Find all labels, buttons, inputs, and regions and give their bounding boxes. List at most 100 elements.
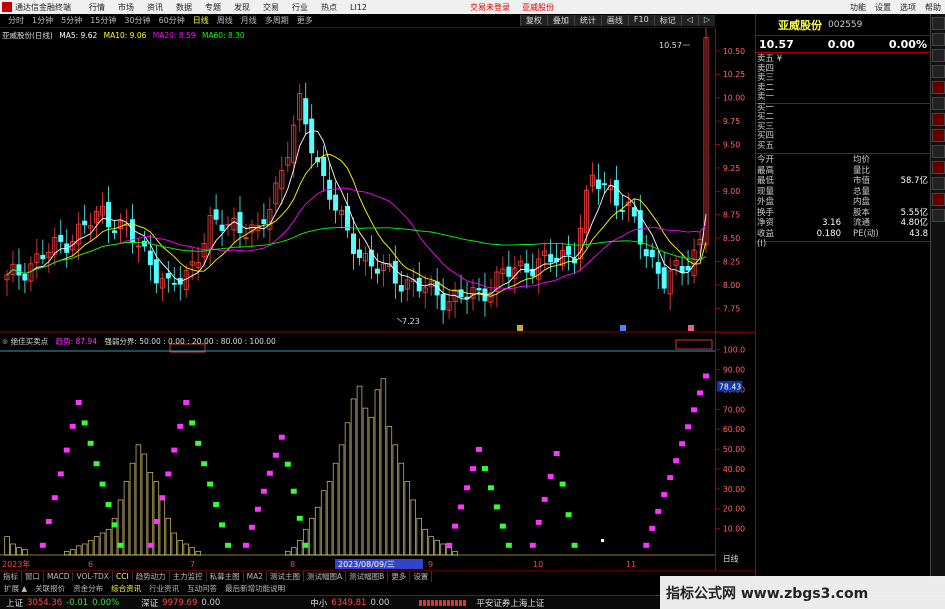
period-60min[interactable]: 60分钟 bbox=[159, 15, 185, 26]
indicator-tab[interactable]: MA2 bbox=[244, 572, 268, 581]
indicator-tab[interactable]: 主力监控 bbox=[170, 571, 207, 582]
next-icon[interactable]: ▷ bbox=[697, 15, 715, 26]
indicator-tab[interactable]: VOL-TDX bbox=[73, 572, 113, 581]
period-monthly[interactable]: 月线 bbox=[241, 15, 257, 26]
info-tab[interactable]: 资金分布 bbox=[69, 583, 107, 594]
side-button-1[interactable] bbox=[932, 17, 945, 30]
side-button-11[interactable] bbox=[932, 177, 945, 190]
menu-item-topics[interactable]: 专题 bbox=[205, 2, 221, 13]
mark-button[interactable]: 标记 bbox=[653, 15, 681, 26]
period-15min[interactable]: 15分钟 bbox=[90, 15, 116, 26]
menu-item-market[interactable]: 行情 bbox=[89, 2, 105, 13]
overlay-button[interactable]: 叠加 bbox=[546, 15, 574, 26]
candle-body bbox=[374, 268, 380, 274]
trend-step bbox=[51, 495, 58, 501]
menu-help[interactable]: 帮助 bbox=[925, 2, 941, 13]
indicator-tab[interactable]: 测试幅图A bbox=[304, 571, 347, 582]
trend-step bbox=[266, 470, 273, 476]
period-30min[interactable]: 30分钟 bbox=[124, 15, 150, 26]
indicator-tab[interactable]: MACD bbox=[44, 572, 74, 581]
candle-body bbox=[548, 254, 554, 263]
indicator-tab[interactable]: 测试主图 bbox=[267, 571, 305, 582]
f10-button[interactable]: F10 bbox=[627, 15, 654, 26]
stock-alert[interactable]: 亚威股份 bbox=[522, 2, 554, 13]
menu-options[interactable]: 选项 bbox=[900, 2, 916, 13]
candle-body bbox=[82, 220, 88, 226]
order-book-level: 卖三 bbox=[757, 73, 775, 83]
indicator-tick: 100.0 bbox=[723, 346, 745, 355]
period-more[interactable]: 更多 bbox=[297, 15, 313, 26]
trade-login-alert[interactable]: 交易未登录 bbox=[470, 2, 510, 13]
indicator-close-icon[interactable]: ⊗ bbox=[2, 337, 8, 346]
zx-value: 6349.81 bbox=[331, 597, 367, 608]
stats-button[interactable]: 统计 bbox=[573, 15, 601, 26]
info-tab[interactable]: 最后新增功能说明 bbox=[221, 583, 289, 594]
indicator-tab[interactable]: 窗口 bbox=[22, 571, 44, 582]
trend-step bbox=[302, 542, 309, 548]
indicator-tab[interactable]: 设置 bbox=[410, 571, 433, 582]
candle-body bbox=[58, 234, 64, 242]
period-weekly[interactable]: 周线 bbox=[217, 15, 233, 26]
trend-step bbox=[105, 502, 112, 507]
menu-item-news[interactable]: 资讯 bbox=[147, 2, 163, 13]
side-button-4[interactable] bbox=[932, 65, 945, 78]
side-button-8[interactable] bbox=[932, 129, 945, 142]
info-tab[interactable]: 互动问答 bbox=[183, 583, 221, 594]
menu-function[interactable]: 功能 bbox=[850, 2, 866, 13]
info-tab[interactable]: 扩展 ▲ bbox=[0, 583, 31, 594]
info-tab[interactable]: 综合资讯 bbox=[107, 583, 145, 594]
menu-item-trade[interactable]: 交易 bbox=[263, 2, 279, 13]
stat-l: 外盘 bbox=[757, 197, 775, 207]
side-button-7[interactable] bbox=[932, 113, 945, 126]
trend-step bbox=[99, 481, 106, 487]
candlestick-chart[interactable]: 10.57 7.23 bbox=[0, 28, 715, 333]
stat-v bbox=[781, 166, 841, 177]
trend-step bbox=[553, 451, 560, 456]
indicator-chart[interactable]: 2023/08/09/三 2023年 6 7 8 9 10 11 bbox=[0, 333, 715, 570]
indicator-tab[interactable]: 趋势动力 bbox=[133, 571, 170, 582]
info-tab[interactable]: 关联报价 bbox=[31, 583, 69, 594]
restore-rights-button[interactable]: 复权 bbox=[519, 15, 547, 26]
indicator-tab[interactable]: 私募主图 bbox=[207, 571, 244, 582]
candle-body bbox=[213, 209, 219, 220]
menu-item-industry[interactable]: 行业 bbox=[292, 2, 308, 13]
sh-value: 3054.36 bbox=[27, 597, 63, 608]
stat-l2: PE(动) bbox=[853, 228, 879, 239]
side-button-10[interactable] bbox=[932, 161, 945, 174]
menu-item-discover[interactable]: 发现 bbox=[234, 2, 250, 13]
watermark: 指标公式网 www.zbgs3.com bbox=[660, 576, 945, 609]
trend-step bbox=[219, 522, 226, 528]
menu-item-li12[interactable]: LI12 bbox=[350, 3, 367, 12]
menu-item-data[interactable]: 数据 bbox=[176, 2, 192, 13]
indicator-tab[interactable]: 更多 bbox=[388, 571, 411, 582]
side-button-3[interactable] bbox=[932, 49, 945, 62]
side-button-6[interactable] bbox=[932, 97, 945, 110]
volume-bar bbox=[350, 398, 357, 556]
side-button-13[interactable] bbox=[932, 209, 945, 222]
prev-icon[interactable]: ◁ bbox=[680, 15, 698, 26]
side-button-2[interactable] bbox=[932, 33, 945, 46]
trend-step bbox=[535, 519, 542, 525]
trend-step bbox=[499, 523, 506, 529]
side-button-5[interactable] bbox=[932, 81, 945, 94]
period-5min[interactable]: 5分钟 bbox=[61, 15, 82, 26]
draw-button[interactable]: 画线 bbox=[600, 15, 628, 26]
period-1min[interactable]: 1分钟 bbox=[32, 15, 53, 26]
indicator-tab[interactable]: CCI bbox=[113, 572, 133, 581]
period-timeshare[interactable]: 分时 bbox=[8, 15, 24, 26]
side-button-9[interactable] bbox=[932, 145, 945, 158]
period-multi[interactable]: 多周期 bbox=[265, 15, 289, 26]
indicator-tab[interactable]: 测试幅图B bbox=[346, 571, 389, 582]
period-daily[interactable]: 日线 bbox=[193, 15, 209, 26]
trend-step bbox=[248, 524, 255, 530]
indicator-tab[interactable]: 指标 bbox=[0, 571, 22, 582]
menu-settings[interactable]: 设置 bbox=[875, 2, 891, 13]
menu-item-markets[interactable]: 市场 bbox=[118, 2, 134, 13]
trend-step bbox=[93, 461, 100, 467]
trend-step bbox=[446, 542, 453, 548]
menu-item-hot[interactable]: 热点 bbox=[321, 2, 337, 13]
side-button-12[interactable] bbox=[932, 193, 945, 206]
volume-bar bbox=[410, 499, 416, 556]
volume-bars bbox=[4, 378, 458, 556]
info-tab[interactable]: 行业资讯 bbox=[145, 583, 183, 594]
